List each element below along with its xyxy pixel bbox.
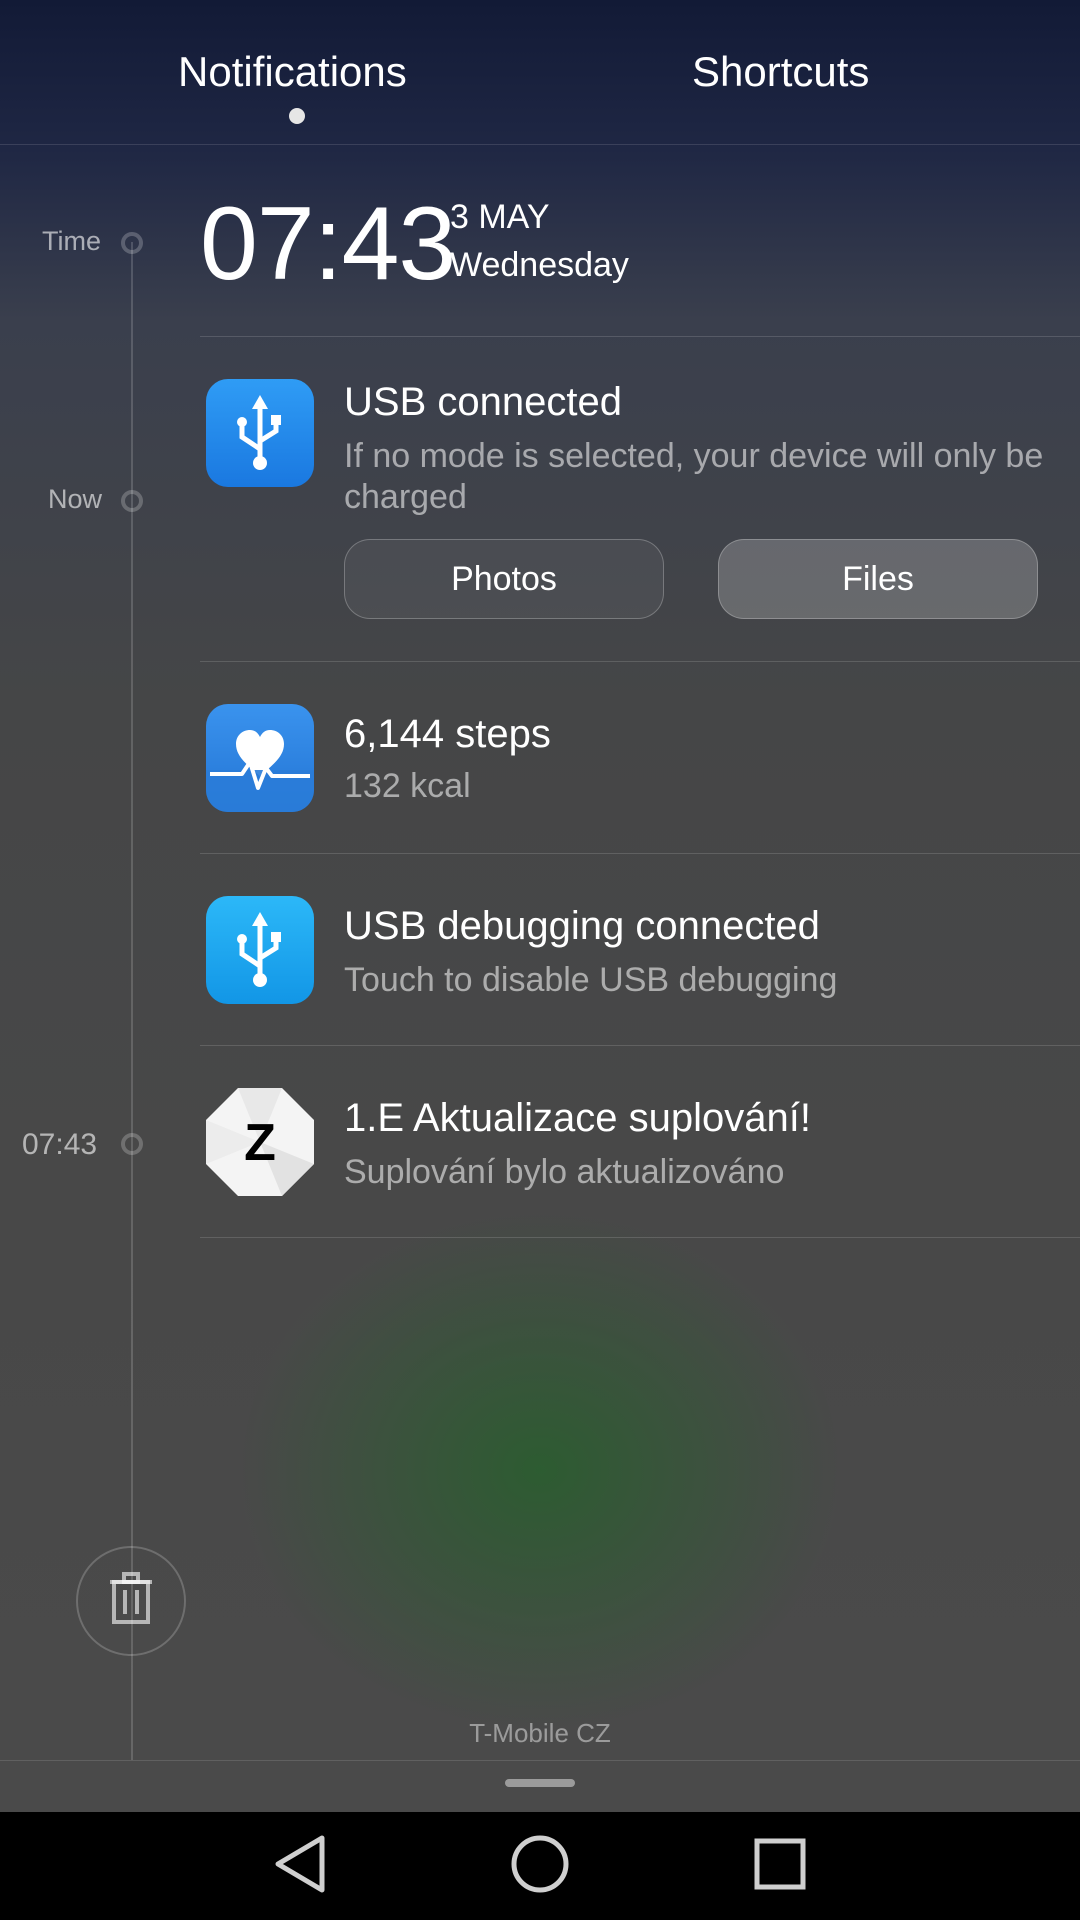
notification-title: USB connected — [344, 380, 622, 424]
home-button[interactable] — [500, 1826, 580, 1906]
z-app-icon: Z — [206, 1088, 314, 1196]
divider — [200, 661, 1080, 662]
notification-text: Suplování bylo aktualizováno — [344, 1153, 785, 1191]
timeline-label-now: Now — [48, 484, 103, 514]
usb-icon — [206, 379, 314, 487]
home-icon — [510, 1834, 570, 1899]
health-icon — [206, 704, 314, 812]
back-icon — [272, 1834, 328, 1899]
timeline-line — [131, 242, 133, 1760]
clear-all-button[interactable] — [76, 1546, 186, 1656]
timeline-node — [121, 232, 143, 254]
photos-button[interactable]: Photos — [344, 539, 664, 619]
notification-text: Touch to disable USB debugging — [344, 961, 838, 999]
carrier-name: T-Mobile CZ — [469, 1718, 611, 1748]
notification-title: 1.E Aktualizace suplování! — [344, 1096, 811, 1140]
divider — [200, 1237, 1080, 1238]
timeline-label-entry-time: 07:43 — [22, 1128, 98, 1161]
tab-notifications[interactable]: Notifications — [178, 48, 407, 96]
divider — [200, 1045, 1080, 1046]
notification-text: If no mode is selected, your device will… — [344, 437, 1044, 516]
notification-title: 6,144 steps — [344, 712, 551, 756]
clock-date: 3 MAY — [450, 198, 550, 236]
timeline-node — [121, 490, 143, 512]
drag-handle[interactable] — [505, 1779, 575, 1787]
recents-icon — [753, 1837, 807, 1896]
tab-shortcuts[interactable]: Shortcuts — [692, 48, 869, 96]
divider — [200, 853, 1080, 854]
trash-icon — [106, 1571, 156, 1631]
recents-button[interactable] — [740, 1826, 820, 1906]
active-tab-indicator — [289, 108, 305, 124]
clock-day: Wednesday — [450, 246, 629, 284]
notification-title: USB debugging connected — [344, 904, 820, 948]
divider — [0, 1760, 1080, 1761]
clock-time: 07:43 — [200, 186, 456, 302]
usb-icon — [206, 896, 314, 1004]
navigation-bar — [0, 1812, 1080, 1920]
notification-shade-tabs: Notifications Shortcuts — [0, 0, 1080, 145]
timeline-label-time: Time — [42, 226, 101, 256]
timeline-node — [121, 1133, 143, 1155]
files-button[interactable]: Files — [718, 539, 1038, 619]
divider — [200, 336, 1080, 337]
back-button[interactable] — [260, 1826, 340, 1906]
svg-text:Z: Z — [244, 1114, 276, 1172]
notification-text: 132 kcal — [344, 767, 471, 805]
